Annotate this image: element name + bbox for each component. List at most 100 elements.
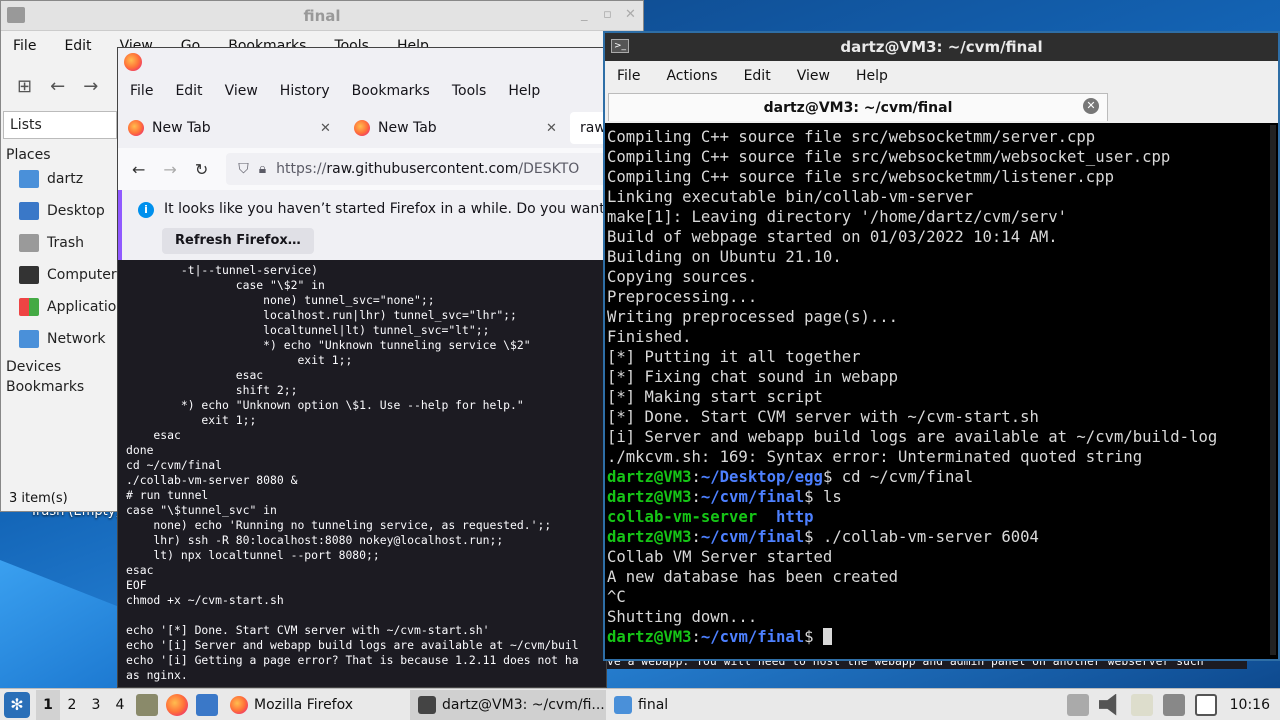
workspace-2[interactable]: 2 — [60, 690, 84, 720]
menu-help[interactable]: Help — [508, 83, 540, 99]
terminal-tab[interactable]: dartz@VM3: ~/cvm/final ✕ — [608, 93, 1108, 121]
sidebar-item-computer[interactable]: Computer — [1, 259, 119, 291]
task-file-manager[interactable]: final — [606, 690, 726, 720]
sidebar-item-label: Network — [47, 331, 106, 347]
menu-tools[interactable]: Tools — [452, 83, 487, 99]
prompt-line: dartz@VM3:~/cvm/final$ ./collab-vm-serve… — [607, 528, 1039, 546]
menu-bookmarks[interactable]: Bookmarks — [352, 83, 430, 99]
places-header: Places — [6, 147, 51, 163]
sidebar-item-desktop[interactable]: Desktop — [1, 195, 119, 227]
sidebar-item-dartz[interactable]: dartz — [1, 163, 119, 195]
sidebar-item-trash[interactable]: Trash — [1, 227, 119, 259]
menu-file[interactable]: File — [13, 38, 36, 54]
menu-view[interactable]: View — [225, 83, 258, 99]
terminal-line: Collab VM Server started — [607, 548, 833, 566]
directory-entry: http — [776, 508, 814, 526]
refresh-notice-bar: i It looks like you haven’t started Fire… — [118, 190, 606, 260]
terminal-line: Shutting down... — [607, 608, 758, 626]
clock[interactable]: 10:16 — [1230, 697, 1270, 713]
page-content: -t|--tunnel-service) case "\$2" in none)… — [118, 263, 606, 687]
tab-label: dartz@VM3: ~/cvm/final — [763, 100, 953, 116]
task-terminal[interactable]: dartz@VM3: ~/cvm/fi... — [410, 689, 606, 720]
firefox-favicon-icon — [128, 120, 144, 136]
maximize-icon[interactable]: ▫ — [603, 7, 612, 22]
sidebar-item-network[interactable]: Network — [1, 323, 119, 355]
trash-icon — [19, 234, 39, 252]
clipboard-icon[interactable] — [1130, 693, 1153, 716]
workspace-3[interactable]: 3 — [84, 690, 108, 720]
terminal-line: Writing preprocessed page(s)... — [607, 308, 899, 326]
firefox-favicon-icon — [354, 120, 370, 136]
file-manager-launcher-icon[interactable] — [196, 693, 218, 716]
sidebar-item-applications[interactable]: Applications — [1, 291, 133, 323]
terminal-line: [i] Server and webapp build logs are ava… — [607, 428, 1218, 446]
menu-edit[interactable]: Edit — [175, 83, 202, 99]
show-desktop-icon[interactable] — [136, 693, 158, 716]
refresh-firefox-button[interactable]: Refresh Firefox… — [162, 228, 314, 254]
volume-icon[interactable] — [1098, 693, 1117, 716]
menu-actions[interactable]: Actions — [666, 68, 717, 84]
firefox-navbar: ← → ↻ ⛉ 🔒︎ https://raw.githubusercontent… — [118, 148, 606, 190]
firefox-launcher-icon[interactable] — [166, 693, 188, 716]
task-label: final — [638, 696, 669, 713]
terminal-line: ./mkcvm.sh: 169: Syntax error: Untermina… — [607, 448, 1143, 466]
reload-icon[interactable]: ↻ — [195, 160, 208, 179]
sidebar-mode-select[interactable]: Lists — [3, 111, 117, 139]
forward-icon[interactable]: → — [83, 76, 98, 97]
terminal-scrollbar[interactable] — [1270, 125, 1276, 655]
back-icon[interactable]: ← — [50, 76, 65, 97]
tab-raw[interactable]: raw — [570, 112, 606, 144]
task-label: dartz@VM3: ~/cvm/fi... — [442, 696, 605, 713]
menu-file[interactable]: File — [130, 83, 153, 99]
terminal-line: Linking executable bin/collab-vm-server — [607, 188, 974, 206]
url-bar[interactable]: ⛉ 🔒︎ https://raw.githubusercontent.com/D… — [226, 153, 606, 185]
lock-icon[interactable]: 🔒︎ — [259, 161, 266, 177]
printer-icon[interactable] — [1162, 693, 1185, 716]
tab-new-tab-1[interactable]: New Tab ✕ — [118, 112, 338, 144]
menu-edit[interactable]: Edit — [64, 38, 91, 54]
menu-edit[interactable]: Edit — [744, 68, 771, 84]
firefox-logo-icon — [124, 53, 142, 71]
close-icon[interactable]: ✕ — [625, 7, 636, 22]
terminal-output[interactable]: Compiling C++ source file src/websocketm… — [605, 125, 1278, 659]
tab-label: New Tab — [152, 120, 211, 136]
sidebar-item-label: dartz — [47, 171, 84, 187]
status-bar: 3 item(s) — [9, 491, 68, 506]
firefox-menubar: File Edit View History Bookmarks Tools H… — [118, 76, 606, 106]
forward-icon[interactable]: → — [163, 160, 176, 179]
notice-message: It looks like you haven’t started Firefo… — [164, 201, 607, 217]
workspace-1[interactable]: 1 — [36, 689, 60, 720]
close-tab-icon[interactable]: ✕ — [1083, 98, 1099, 114]
terminal-line: Compiling C++ source file src/websocketm… — [607, 128, 1096, 146]
tab-new-tab-2[interactable]: New Tab ✕ — [344, 112, 564, 144]
wallpaper-shape — [0, 560, 130, 688]
network-icon[interactable] — [1194, 693, 1217, 716]
sidebar-item-label: Computer — [47, 267, 117, 283]
app-menu-icon[interactable]: ✻ — [4, 691, 30, 718]
url-path: /DESKTO — [518, 161, 580, 177]
menu-view[interactable]: View — [797, 68, 830, 84]
workspace-4[interactable]: 4 — [108, 690, 132, 720]
file-manager-sidebar: Lists Places dartz Desktop Trash Compute… — [1, 111, 133, 511]
terminal-icon — [418, 695, 436, 714]
info-icon: i — [138, 202, 154, 218]
back-icon[interactable]: ← — [132, 160, 145, 179]
terminal-menubar: File Actions Edit View Help — [605, 61, 1278, 91]
file-manager-titlebar[interactable]: final _ ▫ ✕ — [1, 1, 643, 31]
terminal-line: make[1]: Leaving directory '/home/dartz/… — [607, 208, 1068, 226]
menu-history[interactable]: History — [280, 83, 330, 99]
close-tab-icon[interactable]: ✕ — [320, 121, 331, 136]
close-tab-icon[interactable]: ✕ — [546, 121, 557, 136]
shield-icon[interactable]: ⛉ — [238, 161, 249, 177]
prompt-line: dartz@VM3:~/Desktop/egg$ cd ~/cvm/final — [607, 468, 974, 486]
menu-help[interactable]: Help — [856, 68, 888, 84]
terminal-line: ^C — [607, 588, 626, 606]
menu-file[interactable]: File — [617, 68, 640, 84]
task-firefox[interactable]: Mozilla Firefox — [222, 690, 410, 720]
computer-icon — [19, 266, 39, 284]
new-tab-icon[interactable]: ⊞ — [17, 76, 32, 97]
firefox-titlebar[interactable] — [118, 48, 606, 76]
terminal-titlebar[interactable]: >_ dartz@VM3: ~/cvm/final — [605, 33, 1278, 61]
tray-up-icon[interactable] — [1066, 693, 1089, 716]
minimize-icon[interactable]: _ — [581, 7, 588, 22]
